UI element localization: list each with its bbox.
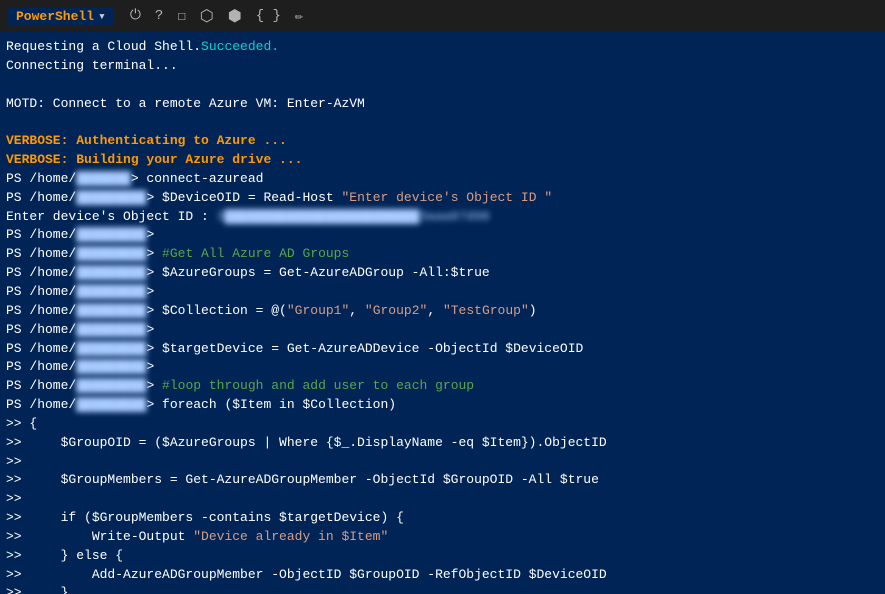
line-blank1 — [6, 76, 879, 95]
line-ps12: PS /home/█████████> foreach ($Item in $C… — [6, 396, 879, 415]
line-ps2: PS /home/█████████> $DeviceOID = Read-Ho… — [6, 189, 879, 208]
line-ps6: PS /home/█████████> — [6, 283, 879, 302]
line-ps10: PS /home/█████████> — [6, 358, 879, 377]
line-if: >> if ($GroupMembers -contains $targetDe… — [6, 509, 879, 528]
line-conn: Connecting terminal... — [6, 57, 879, 76]
line-writeoutput: >> Write-Output "Device already in $Item… — [6, 528, 879, 547]
line-enter: Enter device's Object ID : 3████████████… — [6, 208, 879, 227]
line-verbose1: VERBOSE: Authenticating to Azure ... — [6, 132, 879, 151]
line-blank3: >> — [6, 453, 879, 472]
success-text: Succeeded. — [201, 39, 279, 54]
upload-icon[interactable]: ⬡ — [200, 6, 214, 26]
dropdown-arrow[interactable]: ▾ — [98, 9, 106, 24]
window-icon[interactable]: ☐ — [177, 8, 185, 25]
line-brace-open: >> { — [6, 415, 879, 434]
code-icon[interactable]: { } — [256, 8, 281, 24]
line-blank4: >> — [6, 490, 879, 509]
terminal[interactable]: Requesting a Cloud Shell.Succeeded. Conn… — [0, 32, 885, 594]
powershell-label: PowerShell — [16, 9, 94, 24]
power-icon[interactable]: ⏻ — [130, 8, 141, 24]
line-groupmem: >> $GroupMembers = Get-AzureADGroupMembe… — [6, 471, 879, 490]
line-ps4: PS /home/█████████> #Get All Azure AD Gr… — [6, 245, 879, 264]
edit-icon[interactable]: ✏ — [295, 8, 303, 25]
powershell-brand[interactable]: PowerShell ▾ — [8, 7, 114, 26]
titlebar: PowerShell ▾ ⏻ ? ☐ ⬡ ⬢ { } ✏ — [0, 0, 885, 32]
line-ps7: PS /home/█████████> $Collection = @("Gro… — [6, 302, 879, 321]
line-ps9: PS /home/█████████> $targetDevice = Get-… — [6, 340, 879, 359]
line-else: >> } else { — [6, 547, 879, 566]
help-icon[interactable]: ? — [155, 8, 163, 24]
line-motd: MOTD: Connect to a remote Azure VM: Ente… — [6, 95, 879, 114]
line-blank2 — [6, 113, 879, 132]
titlebar-icons: ⏻ ? ☐ ⬡ ⬢ { } ✏ — [130, 6, 304, 26]
line-ps1: PS /home/███████> connect-azuread — [6, 170, 879, 189]
line-ps11: PS /home/█████████> #loop through and ad… — [6, 377, 879, 396]
line-brace-close-inner: >> } — [6, 584, 879, 594]
line-req: Requesting a Cloud Shell.Succeeded. — [6, 38, 879, 57]
line-addmember: >> Add-AzureADGroupMember -ObjectID $Gro… — [6, 566, 879, 585]
line-groupoid: >> $GroupOID = ($AzureGroups | Where {$_… — [6, 434, 879, 453]
line-verbose2: VERBOSE: Building your Azure drive ... — [6, 151, 879, 170]
line-ps8: PS /home/█████████> — [6, 321, 879, 340]
line-ps3: PS /home/█████████> — [6, 226, 879, 245]
line-ps5: PS /home/█████████> $AzureGroups = Get-A… — [6, 264, 879, 283]
download-icon[interactable]: ⬢ — [228, 6, 242, 26]
